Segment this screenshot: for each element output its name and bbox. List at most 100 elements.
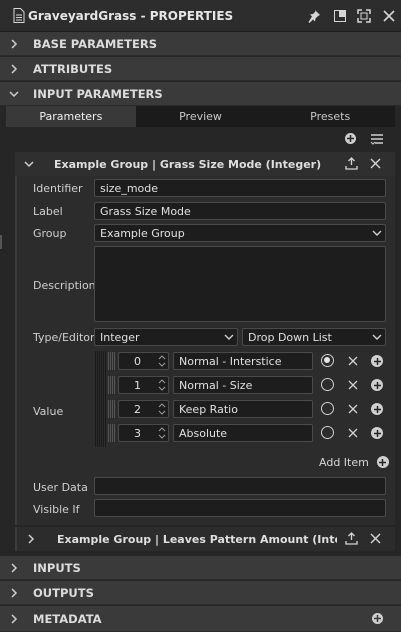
group-value: Example Group — [100, 226, 185, 240]
drag-handle[interactable] — [108, 424, 116, 442]
section-title: ATTRIBUTES — [33, 61, 113, 76]
chevron-down-icon — [372, 334, 382, 340]
description-textarea[interactable] — [94, 246, 386, 322]
identifier-field[interactable]: size_mode — [94, 179, 386, 197]
item-label-field[interactable]: Absolute — [173, 424, 313, 442]
index-stepper[interactable]: 3 — [118, 424, 169, 442]
add-parameter-icon[interactable] — [345, 133, 356, 144]
upload-icon[interactable] — [345, 157, 358, 170]
float-window-icon[interactable] — [332, 8, 348, 24]
item-label-field[interactable]: Normal - Size — [173, 376, 313, 394]
section-inputs[interactable]: INPUTS — [0, 556, 401, 580]
index-stepper[interactable]: 0 — [118, 352, 169, 370]
window-title: GraveyardGrass - PROPERTIES — [28, 9, 234, 23]
identifier-label: Identifier — [33, 182, 83, 195]
tab-label: Preview — [179, 110, 222, 123]
chevron-down-icon — [9, 90, 19, 97]
drag-handle[interactable] — [108, 376, 116, 394]
user-data-label: User Data — [33, 481, 88, 494]
close-icon[interactable] — [370, 158, 381, 169]
tab-bar: Parameters Preview Presets — [6, 106, 395, 127]
maximize-icon[interactable] — [356, 8, 372, 24]
drag-handle[interactable] — [108, 352, 116, 370]
parameter-group-title: Example Group | Grass Size Mode (Integer… — [54, 157, 322, 171]
type-editor-label: Type/Editor — [33, 331, 95, 344]
drag-handle[interactable] — [108, 400, 116, 418]
item-label-field[interactable]: Normal - Interstice — [173, 352, 313, 370]
tab-label: Presets — [310, 110, 351, 123]
add-item-button[interactable]: Add Item — [319, 455, 389, 469]
user-data-field[interactable] — [94, 477, 386, 495]
index-stepper[interactable]: 1 — [118, 376, 169, 394]
section-title: INPUT PARAMETERS — [33, 86, 163, 101]
visible-if-label: Visible If — [33, 503, 80, 516]
close-icon[interactable] — [381, 8, 397, 24]
tab-parameters[interactable]: Parameters — [6, 106, 136, 127]
spinner-icon[interactable] — [158, 378, 166, 392]
spinner-icon[interactable] — [158, 354, 166, 368]
chevron-right-icon — [11, 38, 18, 49]
label-field[interactable]: Grass Size Mode — [94, 202, 386, 220]
label-label: Label — [33, 205, 63, 218]
section-metadata[interactable]: METADATA — [0, 606, 401, 632]
section-title: METADATA — [33, 611, 102, 626]
chevron-right-icon — [11, 63, 18, 74]
insert-item-icon[interactable] — [371, 379, 383, 391]
value-list-grip[interactable] — [95, 351, 107, 447]
section-title: BASE PARAMETERS — [33, 36, 157, 51]
spinner-icon[interactable] — [158, 402, 166, 416]
chevron-right-icon — [11, 562, 18, 573]
upload-icon[interactable] — [345, 532, 358, 545]
group-label: Group — [33, 227, 67, 240]
value-label: Value — [33, 405, 64, 418]
parameter-group-title: Example Group | Leaves Pattern Amount (I… — [57, 532, 337, 546]
type-dropdown[interactable]: Integer — [94, 328, 238, 346]
section-base-parameters[interactable]: BASE PARAMETERS — [0, 32, 401, 56]
tab-label: Parameters — [39, 110, 103, 123]
section-attributes[interactable]: ATTRIBUTES — [0, 57, 401, 81]
chevron-right-icon — [11, 613, 18, 624]
index-stepper[interactable]: 2 — [118, 400, 169, 418]
parameter-group-header[interactable]: Example Group | Grass Size Mode (Integer… — [15, 152, 395, 176]
default-radio[interactable] — [321, 378, 334, 391]
add-metadata-icon[interactable] — [372, 613, 383, 624]
tab-presets[interactable]: Presets — [265, 106, 395, 127]
chevron-right-icon — [11, 587, 18, 598]
section-title: INPUTS — [33, 560, 81, 575]
default-radio[interactable] — [321, 354, 334, 367]
visible-if-field[interactable] — [94, 499, 386, 517]
spinner-icon[interactable] — [158, 426, 166, 440]
editor-dropdown[interactable]: Drop Down List — [242, 328, 386, 346]
remove-item-icon[interactable] — [347, 379, 359, 391]
splitter-handle[interactable] — [0, 235, 2, 249]
title-bar: GraveyardGrass - PROPERTIES — [0, 0, 401, 32]
chevron-right-icon — [28, 534, 35, 544]
chevron-down-icon — [24, 161, 34, 168]
default-radio[interactable] — [321, 426, 334, 439]
add-icon — [376, 456, 389, 468]
remove-item-icon[interactable] — [347, 355, 359, 367]
index-value: 0 — [134, 354, 141, 368]
pin-icon[interactable] — [306, 8, 322, 24]
section-outputs[interactable]: OUTPUTS — [0, 581, 401, 605]
section-input-parameters[interactable]: INPUT PARAMETERS — [0, 82, 401, 106]
document-icon — [13, 8, 25, 23]
group-dropdown[interactable]: Example Group — [94, 224, 386, 242]
tab-preview[interactable]: Preview — [136, 106, 266, 127]
index-value: 2 — [134, 402, 141, 416]
list-menu-icon[interactable] — [369, 131, 385, 147]
index-value: 3 — [134, 426, 141, 440]
remove-item-icon[interactable] — [347, 403, 359, 415]
insert-item-icon[interactable] — [371, 403, 383, 415]
insert-item-icon[interactable] — [371, 355, 383, 367]
description-label: Description — [33, 279, 96, 292]
remove-item-icon[interactable] — [347, 427, 359, 439]
default-radio[interactable] — [321, 402, 334, 415]
insert-item-icon[interactable] — [371, 427, 383, 439]
item-label-field[interactable]: Keep Ratio — [173, 400, 313, 418]
close-icon[interactable] — [370, 533, 381, 544]
add-item-label: Add Item — [319, 455, 369, 469]
parameter-group-header[interactable]: Example Group | Leaves Pattern Amount (I… — [15, 527, 395, 551]
chevron-down-icon — [224, 334, 234, 340]
editor-value: Drop Down List — [248, 330, 332, 344]
